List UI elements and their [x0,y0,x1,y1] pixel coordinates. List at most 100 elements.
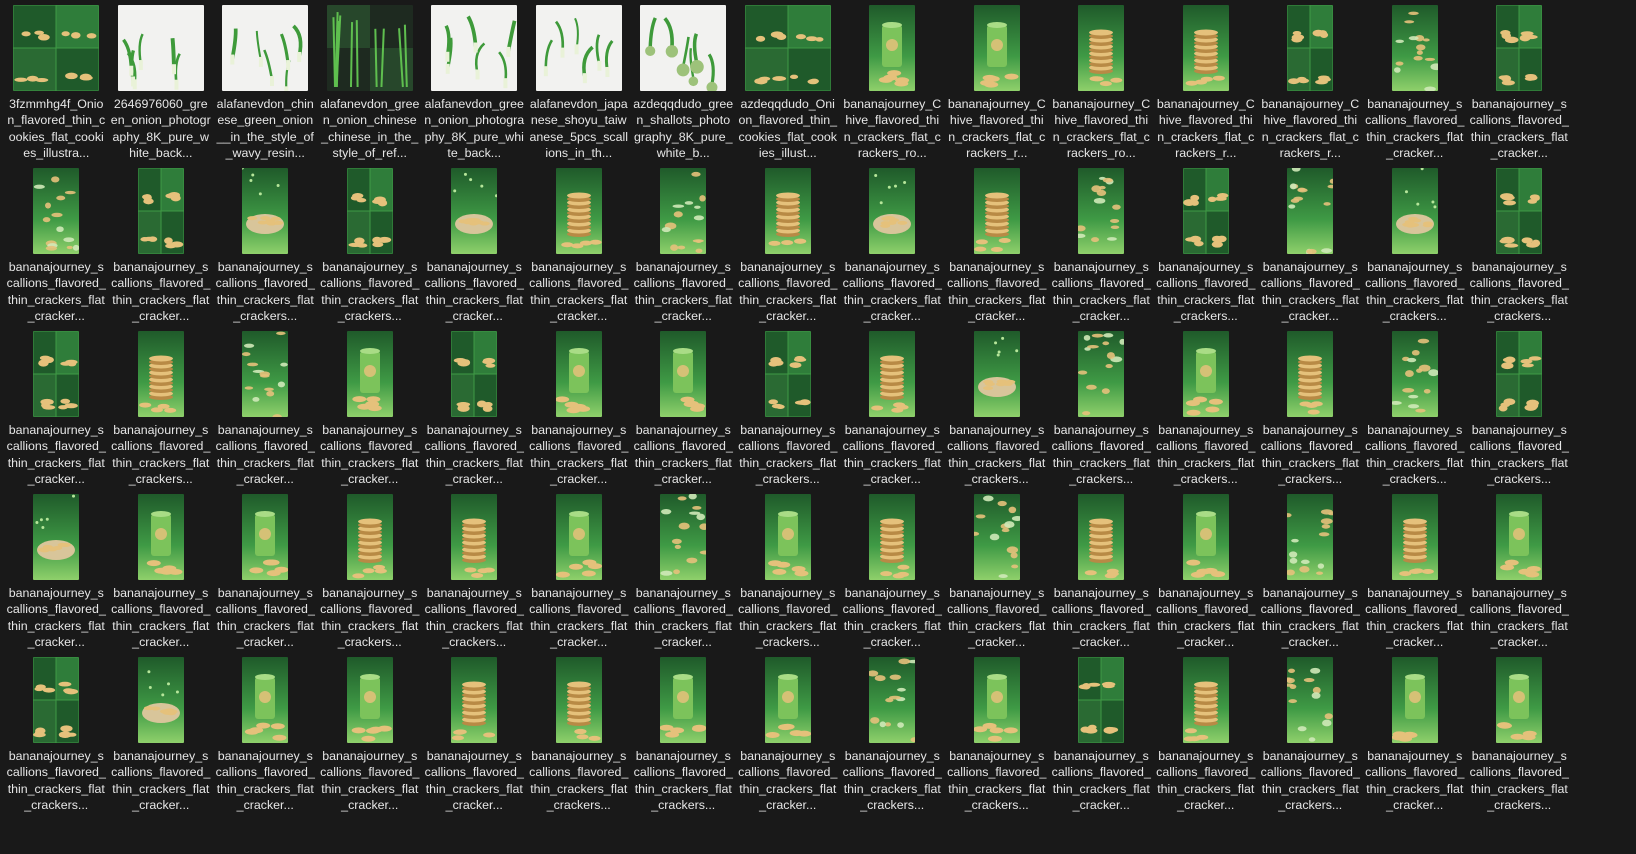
file-tile[interactable]: bananajourney_scallions_flavored_thin_cr… [945,493,1050,656]
file-thumbnail[interactable] [137,494,184,580]
file-name-label[interactable]: bananajourney_Chive_flavored_thin_cracke… [1156,96,1257,162]
file-thumbnail[interactable] [33,494,80,580]
file-tile[interactable]: bananajourney_scallions_flavored_thin_cr… [1363,167,1468,330]
file-thumbnail[interactable] [222,5,309,91]
file-name-label[interactable]: bananajourney_scallions_flavored_thin_cr… [1051,422,1152,488]
file-name-label[interactable]: bananajourney_scallions_flavored_thin_cr… [1156,422,1257,488]
file-name-label[interactable]: bananajourney_scallions_flavored_thin_cr… [1260,748,1361,814]
file-tile[interactable]: bananajourney_scallions_flavored_thin_cr… [422,167,527,330]
file-tile[interactable]: bananajourney_scallions_flavored_thin_cr… [1258,167,1363,330]
file-tile[interactable]: bananajourney_scallions_flavored_thin_cr… [736,330,841,493]
file-name-label[interactable]: bananajourney_scallions_flavored_thin_cr… [320,422,421,488]
file-name-label[interactable]: bananajourney_scallions_flavored_thin_cr… [1051,259,1152,325]
file-tile[interactable]: bananajourney_scallions_flavored_thin_cr… [4,167,109,330]
file-name-label[interactable]: alafanevdon_green_onion_chinese_chinese_… [320,96,421,162]
file-name-label[interactable]: bananajourney_scallions_flavored_thin_cr… [947,259,1048,325]
file-tile[interactable]: bananajourney_scallions_flavored_thin_cr… [1154,493,1259,656]
file-name-label[interactable]: bananajourney_scallions_flavored_thin_cr… [424,748,525,814]
file-name-label[interactable]: alafanevdon_chinese_green_onion__in_the_… [215,96,316,162]
file-name-label[interactable]: bananajourney_scallions_flavored_thin_cr… [320,748,421,814]
file-thumbnail[interactable] [242,657,289,743]
file-thumbnail[interactable] [33,168,80,254]
file-thumbnail[interactable] [764,657,811,743]
file-thumbnail[interactable] [555,331,602,417]
file-tile[interactable]: alafanevdon_green_onion_photography_8K_p… [422,4,527,167]
file-thumbnail[interactable] [973,5,1020,91]
file-name-label[interactable]: bananajourney_scallions_flavored_thin_cr… [529,259,630,325]
file-name-label[interactable]: bananajourney_scallions_flavored_thin_cr… [633,585,734,651]
file-tile[interactable]: bananajourney_scallions_flavored_thin_cr… [527,167,632,330]
file-thumbnail[interactable] [764,168,811,254]
file-tile[interactable]: bananajourney_Chive_flavored_thin_cracke… [1258,4,1363,167]
file-thumbnail[interactable] [1391,331,1438,417]
file-name-label[interactable]: bananajourney_scallions_flavored_thin_cr… [1156,748,1257,814]
file-tile[interactable]: bananajourney_scallions_flavored_thin_cr… [213,656,318,819]
file-thumbnail[interactable] [1496,657,1543,743]
file-name-label[interactable]: bananajourney_scallions_flavored_thin_cr… [738,748,839,814]
file-thumbnail[interactable] [1391,494,1438,580]
file-tile[interactable]: bananajourney_scallions_flavored_thin_cr… [1049,330,1154,493]
file-name-label[interactable]: bananajourney_scallions_flavored_thin_cr… [947,585,1048,651]
file-tile[interactable]: azdeqqdudo_Onion_flavored_thin_cookies_f… [736,4,841,167]
file-tile[interactable]: bananajourney_scallions_flavored_thin_cr… [527,656,632,819]
file-thumbnail[interactable] [973,168,1020,254]
file-thumbnail[interactable] [660,657,707,743]
file-thumbnail[interactable] [326,5,413,91]
file-thumbnail[interactable] [242,494,289,580]
file-name-label[interactable]: bananajourney_scallions_flavored_thin_cr… [215,585,316,651]
file-tile[interactable]: bananajourney_scallions_flavored_thin_cr… [736,656,841,819]
file-name-label[interactable]: bananajourney_Chive_flavored_thin_cracke… [947,96,1048,162]
file-thumbnail[interactable] [1078,168,1125,254]
file-thumbnail[interactable] [346,494,393,580]
file-name-label[interactable]: bananajourney_scallions_flavored_thin_cr… [1260,259,1361,325]
file-tile[interactable]: bananajourney_scallions_flavored_thin_cr… [840,656,945,819]
file-name-label[interactable]: bananajourney_scallions_flavored_thin_cr… [6,585,107,651]
file-thumbnail[interactable] [451,331,498,417]
file-thumbnail[interactable] [33,331,80,417]
file-tile[interactable]: 2646976060_green_onion_photography_8K_pu… [109,4,214,167]
file-thumbnail[interactable] [1078,5,1125,91]
file-thumbnail[interactable] [1496,331,1543,417]
file-thumbnail[interactable] [13,5,100,91]
file-name-label[interactable]: bananajourney_scallions_flavored_thin_cr… [842,748,943,814]
file-tile[interactable]: bananajourney_scallions_flavored_thin_cr… [1467,4,1572,167]
file-name-label[interactable]: bananajourney_scallions_flavored_thin_cr… [424,259,525,325]
file-thumbnail[interactable] [555,494,602,580]
file-tile[interactable]: alafanevdon_green_onion_chinese_chinese_… [318,4,423,167]
file-name-label[interactable]: alafanevdon_japanese_shoyu_taiwanese_5pc… [529,96,630,162]
file-tile[interactable]: bananajourney_scallions_flavored_thin_cr… [422,493,527,656]
file-name-label[interactable]: bananajourney_scallions_flavored_thin_cr… [1469,748,1570,814]
file-name-label[interactable]: bananajourney_scallions_flavored_thin_cr… [529,585,630,651]
file-thumbnail[interactable] [1182,331,1229,417]
file-thumbnail[interactable] [451,168,498,254]
file-thumbnail[interactable] [640,5,727,91]
file-tile[interactable]: bananajourney_scallions_flavored_thin_cr… [422,330,527,493]
file-thumbnail[interactable] [1391,657,1438,743]
file-thumbnail[interactable] [242,168,289,254]
file-thumbnail[interactable] [451,657,498,743]
file-name-label[interactable]: bananajourney_scallions_flavored_thin_cr… [633,748,734,814]
file-thumbnail[interactable] [764,331,811,417]
file-thumbnail[interactable] [555,168,602,254]
file-tile[interactable]: bananajourney_scallions_flavored_thin_cr… [631,493,736,656]
file-name-label[interactable]: bananajourney_scallions_flavored_thin_cr… [1469,422,1570,488]
file-tile[interactable]: bananajourney_scallions_flavored_thin_cr… [213,493,318,656]
file-name-label[interactable]: bananajourney_scallions_flavored_thin_cr… [424,585,525,651]
file-tile[interactable]: bananajourney_scallions_flavored_thin_cr… [1258,493,1363,656]
file-name-label[interactable]: bananajourney_scallions_flavored_thin_cr… [1156,585,1257,651]
file-name-label[interactable]: bananajourney_scallions_flavored_thin_cr… [842,422,943,488]
file-tile[interactable]: bananajourney_scallions_flavored_thin_cr… [318,330,423,493]
file-tile[interactable]: bananajourney_scallions_flavored_thin_cr… [109,167,214,330]
file-tile[interactable]: bananajourney_scallions_flavored_thin_cr… [945,656,1050,819]
file-thumbnail[interactable] [764,494,811,580]
file-tile[interactable]: bananajourney_scallions_flavored_thin_cr… [631,330,736,493]
file-thumbnail[interactable] [1182,168,1229,254]
file-tile[interactable]: bananajourney_scallions_flavored_thin_cr… [945,167,1050,330]
file-thumbnail[interactable] [1287,5,1334,91]
file-thumbnail[interactable] [973,331,1020,417]
file-thumbnail[interactable] [33,657,80,743]
file-tile[interactable]: bananajourney_scallions_flavored_thin_cr… [422,656,527,819]
file-tile[interactable]: bananajourney_scallions_flavored_thin_cr… [4,656,109,819]
file-thumbnail[interactable] [1496,168,1543,254]
file-name-label[interactable]: bananajourney_scallions_flavored_thin_cr… [1365,259,1466,325]
